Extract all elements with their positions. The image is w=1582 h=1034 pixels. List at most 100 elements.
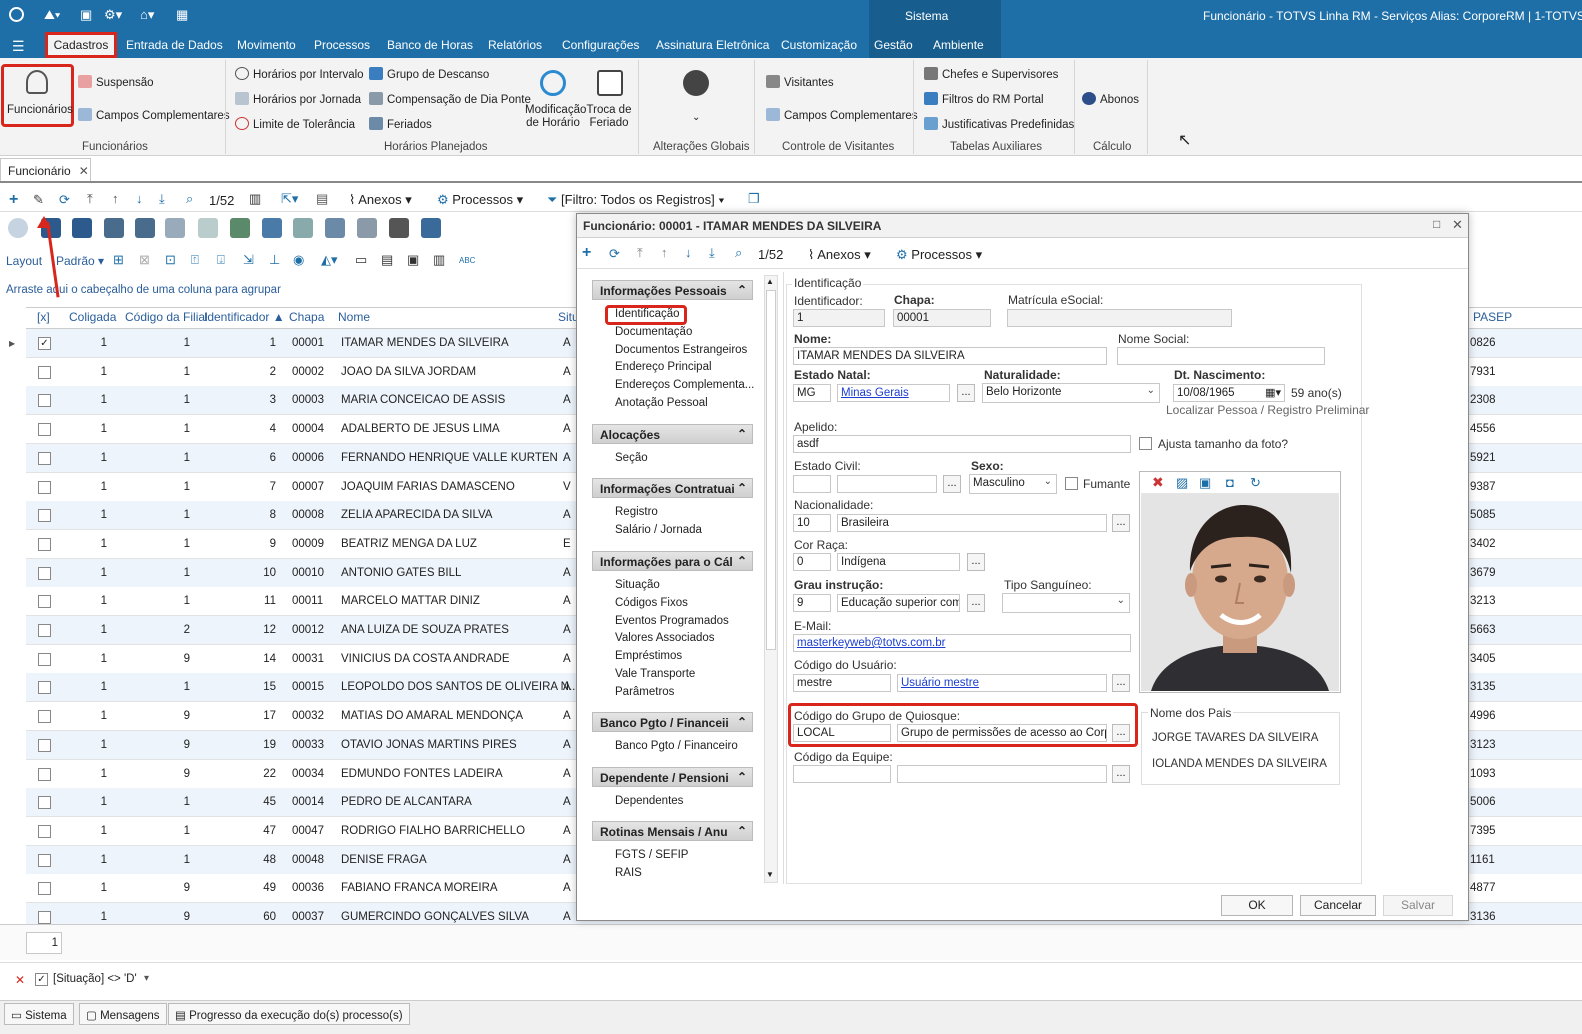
grid-up-icon[interactable]: ⍐ [191, 252, 199, 268]
org-icon[interactable] [325, 218, 345, 238]
col-coligada[interactable]: Coligada [69, 310, 116, 324]
nav-item[interactable]: Salário / Jornada [615, 524, 702, 536]
collapse-icon[interactable]: ⌃ [737, 283, 747, 297]
dialog-first-icon[interactable]: ⤒ [637, 245, 643, 261]
layout-icon[interactable]: ▥ [249, 191, 261, 207]
row-checkbox[interactable] [38, 480, 51, 494]
col-filial[interactable]: Código da Filial [125, 310, 208, 324]
dialog-anexos-dropdown[interactable]: ⌇ Anexos ▾ [808, 247, 871, 263]
last-record-icon[interactable]: ⤓ [159, 191, 165, 207]
nacionalidade-code[interactable]: 10 [793, 514, 831, 532]
menu-customizacao[interactable]: Customização [781, 38, 857, 56]
totvs-logo-icon[interactable] [9, 7, 24, 22]
grid-remove-icon[interactable]: ⊠ [139, 252, 150, 268]
col-nome[interactable]: Nome [338, 310, 370, 324]
grid-add-icon[interactable]: ⊞ [113, 252, 124, 268]
usuario-lookup[interactable]: ... [1112, 674, 1130, 692]
close-icon[interactable]: ✕ [79, 164, 89, 178]
menu-cadastros[interactable]: Cadastros [45, 32, 117, 58]
person-remove-icon[interactable] [8, 218, 28, 238]
nav-item[interactable]: Parâmetros [615, 686, 674, 698]
database-add-icon[interactable] [72, 218, 92, 238]
quiosque-code[interactable]: LOCAL [793, 724, 891, 742]
row-checkbox[interactable] [38, 394, 51, 408]
collapse-icon[interactable]: ⌃ [737, 770, 747, 784]
apelido-field[interactable]: asdf [793, 435, 1131, 453]
cor-raca-lookup[interactable]: ... [967, 553, 985, 571]
row-checkbox[interactable] [38, 566, 51, 580]
home-icon[interactable]: ⌂▾ [140, 7, 154, 23]
estado-lookup-button[interactable]: ... [957, 384, 975, 402]
menu-ambiente[interactable]: Ambiente [933, 38, 984, 56]
identificador-field[interactable]: 1 [793, 309, 885, 327]
document-icon[interactable]: ▤ [316, 191, 328, 207]
save-button[interactable]: Salvar [1383, 895, 1453, 916]
grau-instrucao-lookup[interactable]: ... [967, 594, 985, 612]
localizar-pessoa-link[interactable]: Localizar Pessoa / Registro Preliminar [1166, 403, 1369, 417]
filtros-button[interactable]: Filtros do RM Portal [924, 92, 1044, 106]
nav-item[interactable]: Empréstimos [615, 650, 682, 662]
grid-down-icon[interactable]: ⍗ [217, 252, 225, 268]
grid-refresh-icon[interactable]: ⊡ [165, 252, 176, 268]
pin-icon[interactable]: ⊥ [269, 252, 280, 268]
row-checkbox[interactable] [38, 681, 51, 695]
add-icon[interactable]: + [9, 191, 18, 209]
edit-icon[interactable]: ✎ [33, 192, 44, 208]
nav-item[interactable]: Identificação [615, 308, 680, 320]
nav-scroll-thumb[interactable] [766, 290, 776, 650]
status-sistema[interactable]: ▭ Sistema [4, 1003, 74, 1025]
ok-button[interactable]: OK [1221, 895, 1293, 916]
settings-icon[interactable]: ⚙▾ [104, 7, 122, 23]
usuario-code[interactable]: mestre [793, 674, 891, 692]
color-icon[interactable]: ◉ [293, 252, 304, 268]
dialog-next-icon[interactable]: ↓ [685, 245, 692, 260]
nav-section-header[interactable]: Alocações ⌃ [592, 424, 753, 444]
nav-section-header[interactable]: Informações Pessoais ⌃ [592, 280, 753, 300]
refresh-icon[interactable]: ⟳ [59, 192, 70, 208]
menu-toggle-icon[interactable]: ☰ [12, 38, 25, 55]
matricula-field[interactable] [1007, 309, 1232, 327]
row-checkbox[interactable] [38, 509, 51, 523]
row-checkbox[interactable] [38, 853, 51, 867]
nav-item[interactable]: Vale Transporte [615, 668, 695, 680]
nome-field[interactable]: ITAMAR MENDES DA SILVEIRA [793, 347, 1107, 365]
troca-feriado-button[interactable]: Troca de Feriado [586, 104, 632, 130]
nav-item[interactable]: Endereços Complementa... [615, 379, 754, 391]
image-icon[interactable]: ▨ [1176, 475, 1188, 491]
export-icon[interactable]: ⇱▾ [281, 191, 298, 207]
nav-item[interactable]: Valores Associados [615, 632, 715, 644]
horarios-jornada-button[interactable]: Horários por Jornada [235, 92, 361, 106]
campos-complementares-button[interactable]: Campos Complementares [78, 108, 230, 122]
cor-raca-name[interactable]: Indígena [837, 553, 960, 571]
horarios-intervalo-button[interactable]: Horários por Intervalo [235, 67, 364, 81]
file-icon[interactable] [165, 218, 185, 238]
globe-icon[interactable] [683, 70, 709, 96]
previous-record-icon[interactable]: ↑ [112, 191, 119, 206]
row-checkbox[interactable] [38, 365, 51, 379]
estado-civil-name[interactable] [837, 475, 937, 493]
dialog-add-icon[interactable]: + [582, 244, 591, 262]
collapse-icon[interactable]: ⌃ [737, 554, 747, 568]
view-single-icon[interactable]: ▭ [355, 252, 367, 268]
filter-dropdown-icon[interactable]: ▾ [144, 973, 149, 984]
col-pasep[interactable]: PASEP [1473, 310, 1512, 324]
row-checkbox[interactable] [38, 652, 51, 666]
person-cancel-icon[interactable] [198, 218, 218, 238]
nav-item[interactable]: Dependentes [615, 795, 683, 807]
nacionalidade-name[interactable]: Brasileira [837, 514, 1107, 532]
row-checkbox[interactable] [38, 624, 51, 637]
sexo-select[interactable]: Masculino ⌄ [969, 474, 1057, 494]
group-add-icon[interactable] [357, 218, 377, 238]
book-open-icon[interactable] [421, 218, 441, 238]
abc-icon[interactable]: ABC [459, 256, 475, 265]
camera-icon[interactable]: ◘ [1226, 475, 1234, 490]
dialog-last-icon[interactable]: ⤓ [709, 245, 715, 261]
nacionalidade-lookup[interactable]: ... [1112, 514, 1130, 532]
view-icon[interactable]: ▣ [80, 7, 92, 23]
chart-icon[interactable]: ⛰▾ [44, 7, 60, 23]
collapse-icon[interactable]: ⌃ [737, 427, 747, 441]
umbrella-icon[interactable] [104, 218, 124, 238]
ajusta-foto-checkbox[interactable] [1139, 437, 1152, 450]
nav-item[interactable]: Situação [615, 579, 660, 591]
naturalidade-select[interactable]: Belo Horizonte ⌄ [982, 383, 1160, 403]
